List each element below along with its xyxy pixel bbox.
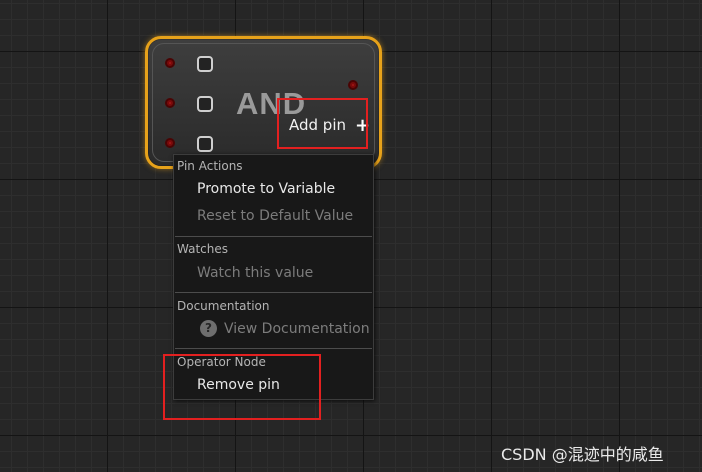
menu-separator (175, 348, 372, 349)
view-documentation-item[interactable]: View Documentation (224, 321, 370, 337)
menu-separator (175, 236, 372, 237)
input-pin-c-checkbox[interactable] (197, 136, 213, 152)
watch-value-item[interactable]: Watch this value (197, 265, 313, 281)
help-icon: ? (200, 320, 217, 337)
watermark: CSDN @混迹中的咸鱼 (501, 445, 664, 464)
reset-to-default-item[interactable]: Reset to Default Value (197, 208, 353, 224)
section-header-watches: Watches (177, 242, 228, 256)
input-pin-c-connector[interactable] (165, 138, 175, 148)
output-pin-connector[interactable] (348, 80, 358, 90)
section-header-pin-actions: Pin Actions (177, 159, 243, 173)
input-pin-b-connector[interactable] (165, 98, 175, 108)
promote-to-variable-item[interactable]: Promote to Variable (197, 181, 335, 197)
menu-separator (175, 292, 372, 293)
input-pin-a-connector[interactable] (165, 58, 175, 68)
section-header-documentation: Documentation (177, 299, 270, 313)
highlight-remove-pin (163, 354, 321, 420)
input-pin-b-checkbox[interactable] (197, 96, 213, 112)
input-pin-a-checkbox[interactable] (197, 56, 213, 72)
highlight-add-pin (277, 98, 368, 149)
